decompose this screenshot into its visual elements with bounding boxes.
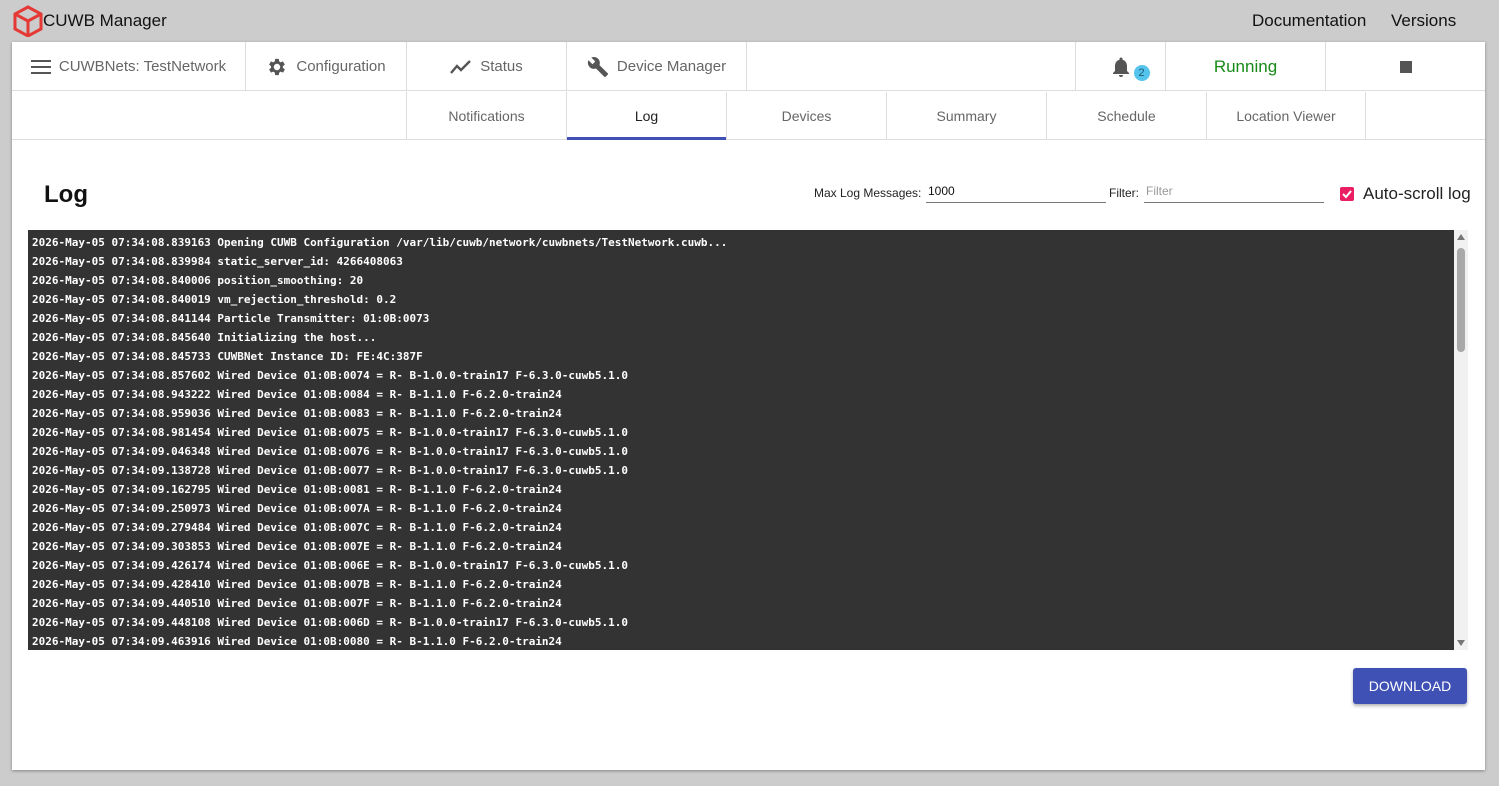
- cube-logo-icon: [13, 5, 43, 37]
- auto-scroll-label: Auto-scroll log: [1363, 184, 1471, 203]
- app-title: CUWB Manager: [43, 11, 167, 30]
- checkmark-icon: [1342, 190, 1352, 199]
- page-title: Log: [44, 181, 88, 208]
- wrench-icon: [587, 56, 608, 77]
- max-log-messages-input[interactable]: [926, 180, 1106, 203]
- log-line: 2026-May-05 07:34:08.845640 Initializing…: [32, 331, 377, 344]
- network-menu-button[interactable]: CUWBNets: TestNetwork: [12, 42, 246, 91]
- top-bar: CUWB Manager Documentation Versions: [0, 0, 1499, 42]
- log-line: 2026-May-05 07:34:08.959036 Wired Device…: [32, 407, 562, 420]
- documentation-link[interactable]: Documentation: [1252, 11, 1366, 31]
- log-line: 2026-May-05 07:34:09.463916 Wired Device…: [32, 635, 562, 648]
- log-line: 2026-May-05 07:34:09.428410 Wired Device…: [32, 578, 562, 591]
- log-line: 2026-May-05 07:34:08.845733 CUWBNet Inst…: [32, 350, 423, 363]
- line-chart-icon: [450, 59, 472, 74]
- menu-icon: [30, 59, 51, 74]
- tab-log[interactable]: Log: [566, 92, 726, 140]
- tab-devices[interactable]: Devices: [726, 92, 886, 140]
- log-line: 2026-May-05 07:34:08.857602 Wired Device…: [32, 369, 629, 382]
- filter-input[interactable]: [1144, 180, 1324, 203]
- auto-scroll-checkbox[interactable]: [1340, 187, 1354, 201]
- nav-status[interactable]: Status: [407, 42, 567, 91]
- log-line: 2026-May-05 07:34:08.981454 Wired Device…: [32, 426, 629, 439]
- max-log-messages-label: Max Log Messages:: [814, 186, 922, 200]
- log-line: 2026-May-05 07:34:09.440510 Wired Device…: [32, 597, 562, 610]
- log-line: 2026-May-05 07:34:08.839984 static_serve…: [32, 255, 403, 268]
- log-line: 2026-May-05 07:34:08.839163 Opening CUWB…: [32, 236, 728, 249]
- tab-schedule[interactable]: Schedule: [1046, 92, 1206, 140]
- running-status-label: Running: [1213, 56, 1278, 76]
- log-line: 2026-May-05 07:34:09.279484 Wired Device…: [32, 521, 562, 534]
- log-line: 2026-May-05 07:34:09.250973 Wired Device…: [32, 502, 562, 515]
- stop-button[interactable]: [1326, 42, 1485, 91]
- scroll-thumb[interactable]: [1457, 248, 1465, 352]
- nav-device-manager[interactable]: Device Manager: [567, 42, 747, 91]
- log-line: 2026-May-05 07:34:08.943222 Wired Device…: [32, 388, 562, 401]
- log-line: 2026-May-05 07:34:09.303853 Wired Device…: [32, 540, 562, 553]
- log-line: 2026-May-05 07:34:08.841144 Particle Tra…: [32, 312, 430, 325]
- nav-device-manager-label: Device Manager: [616, 58, 727, 75]
- tab-notifications[interactable]: Notifications: [406, 92, 566, 140]
- log-output[interactable]: 2026-May-05 07:34:08.839163 Opening CUWB…: [28, 230, 1454, 650]
- nav-status-label: Status: [480, 58, 523, 75]
- tab-location-viewer[interactable]: Location Viewer: [1206, 92, 1366, 140]
- log-scrollbar[interactable]: [1454, 230, 1468, 650]
- log-line: 2026-May-05 07:34:09.426174 Wired Device…: [32, 559, 629, 572]
- nav-configuration-label: Configuration: [296, 58, 386, 75]
- log-line: 2026-May-05 07:34:08.840019 vm_rejection…: [32, 293, 397, 306]
- main-card: CUWBNets: TestNetwork Configuration Stat…: [12, 42, 1485, 770]
- log-line: 2026-May-05 07:34:09.046348 Wired Device…: [32, 445, 629, 458]
- log-line: 2026-May-05 07:34:09.448108 Wired Device…: [32, 616, 629, 629]
- bell-icon: [1112, 57, 1129, 77]
- nav-configuration[interactable]: Configuration: [246, 42, 407, 91]
- tab-summary[interactable]: Summary: [886, 92, 1046, 140]
- network-label: CUWBNets: TestNetwork: [58, 58, 227, 75]
- notification-count-badge: 2: [1133, 64, 1150, 81]
- log-line: 2026-May-05 07:34:09.162795 Wired Device…: [32, 483, 562, 496]
- scroll-down-icon[interactable]: [1457, 640, 1465, 646]
- main-nav: CUWBNets: TestNetwork Configuration Stat…: [12, 42, 1485, 91]
- filter-label: Filter:: [1109, 186, 1139, 200]
- log-line: 2026-May-05 07:34:09.138728 Wired Device…: [32, 464, 629, 477]
- notifications-bell-button[interactable]: 2: [1075, 42, 1166, 91]
- scroll-up-icon[interactable]: [1457, 234, 1465, 240]
- tab-bar: Notifications Log Devices Summary Schedu…: [12, 92, 1485, 140]
- gear-icon: [269, 58, 286, 75]
- stop-icon: [1399, 60, 1412, 73]
- download-button[interactable]: DOWNLOAD: [1353, 668, 1467, 704]
- running-status: Running: [1166, 42, 1326, 91]
- versions-link[interactable]: Versions: [1391, 11, 1456, 31]
- log-line: 2026-May-05 07:34:08.840006 position_smo…: [32, 274, 364, 287]
